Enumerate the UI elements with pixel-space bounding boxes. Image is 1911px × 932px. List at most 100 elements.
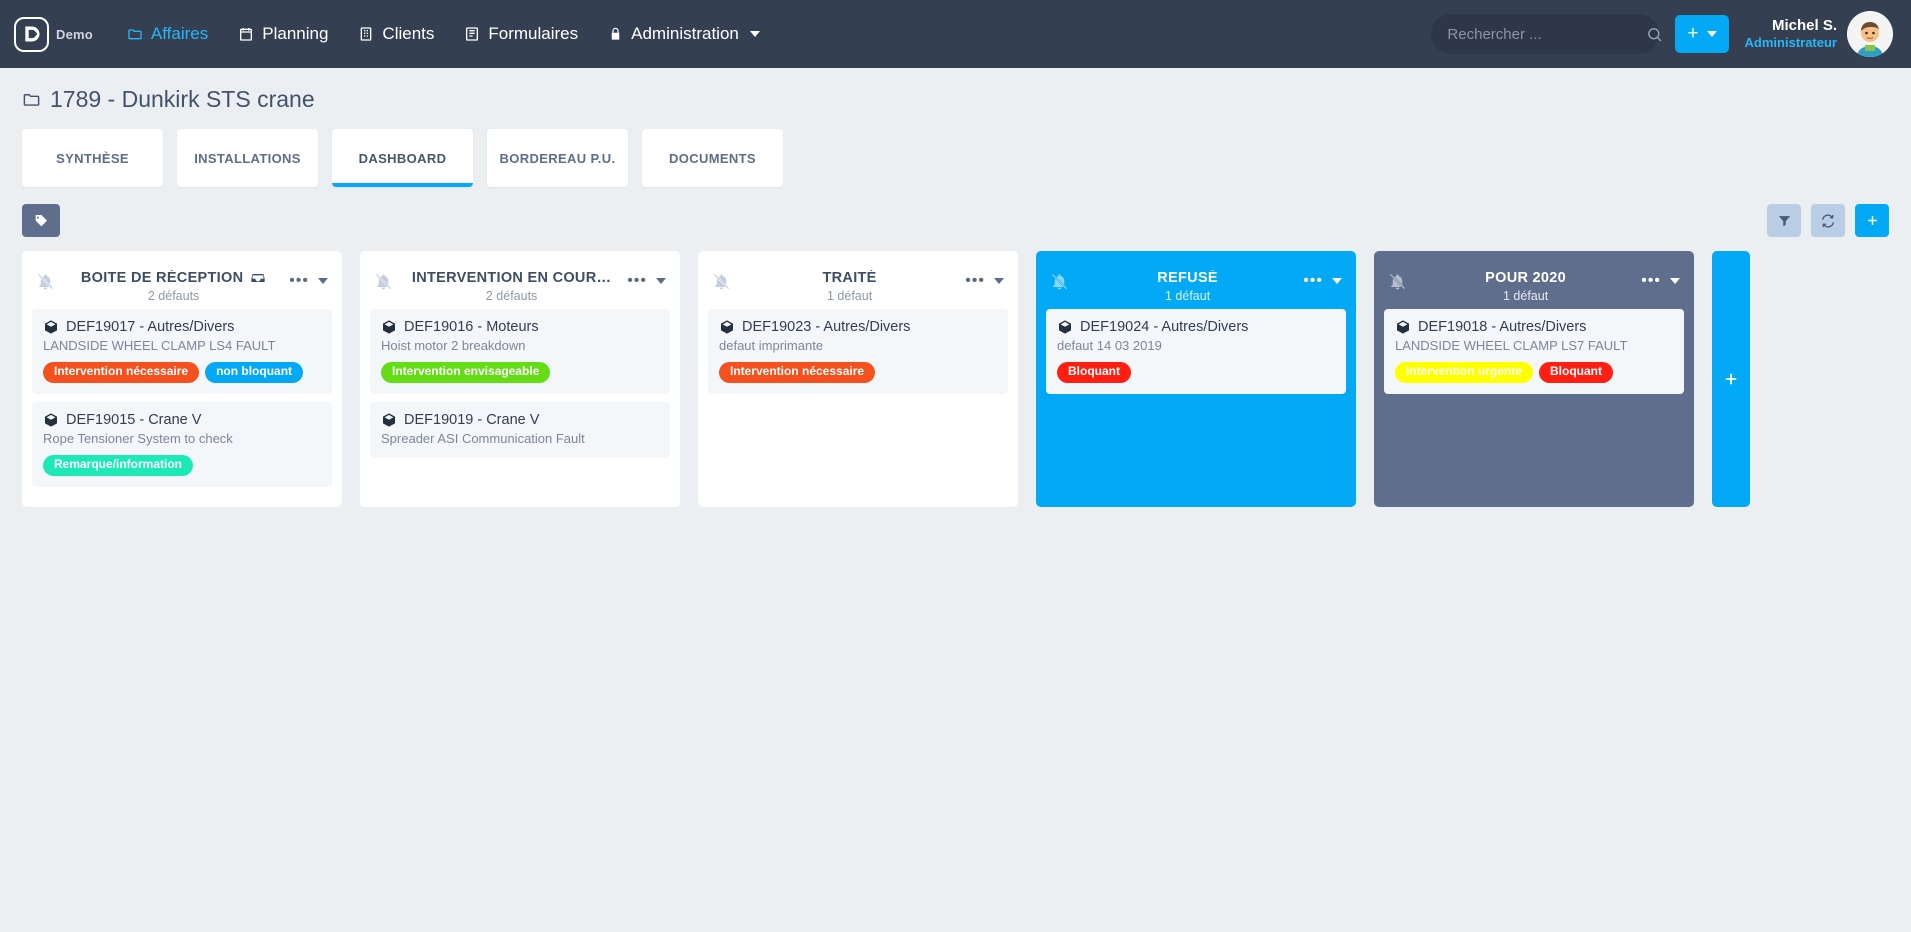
card-badges: Intervention envisageable bbox=[381, 362, 659, 384]
tab-synthese[interactable]: SYNTHÈSE bbox=[22, 129, 163, 187]
search-icon[interactable] bbox=[1646, 26, 1663, 43]
column-menu[interactable]: ••• bbox=[627, 270, 666, 289]
column-title: REFUSÉ bbox=[1072, 270, 1303, 286]
card-description: defaut imprimante bbox=[719, 338, 824, 353]
kanban-card[interactable]: DEF19019 - Crane V Spreader ASI Communic… bbox=[370, 402, 670, 459]
card-description: LANDSIDE WHEEL CLAMP LS7 FAULT bbox=[1395, 338, 1628, 353]
column-title-wrap: REFUSÉ 1 défaut bbox=[1072, 270, 1303, 303]
box-icon bbox=[719, 319, 735, 335]
tag-filter-button[interactable] bbox=[22, 204, 60, 237]
column-title-text: TRAITÉ bbox=[822, 270, 877, 286]
column-count: 2 défauts bbox=[485, 289, 538, 303]
card-title-text: DEF19017 - Autres/Divers bbox=[66, 319, 235, 335]
column-count: 1 défaut bbox=[1503, 289, 1549, 303]
card-title: DEF19017 - Autres/Divers bbox=[43, 319, 321, 335]
inbox-icon bbox=[250, 270, 266, 286]
kanban-card[interactable]: DEF19017 - Autres/Divers LANDSIDE WHEEL … bbox=[32, 309, 332, 395]
column-title-text: REFUSÉ bbox=[1157, 270, 1218, 286]
card-badges: Remarque/information bbox=[43, 455, 321, 477]
tab-bordereau-pu[interactable]: BORDEREAU P.U. bbox=[487, 129, 628, 187]
nav-link-administration[interactable]: Administration bbox=[608, 24, 760, 44]
card-description: LANDSIDE WHEEL CLAMP LS4 FAULT bbox=[43, 338, 276, 353]
column-menu[interactable]: ••• bbox=[289, 270, 328, 289]
navbar-right: + Michel S. Administrateur bbox=[1431, 0, 1893, 68]
plus-icon bbox=[1722, 370, 1740, 388]
filter-button[interactable] bbox=[1767, 204, 1801, 237]
nav-label: Administration bbox=[631, 24, 739, 43]
card-badges: Bloquant bbox=[1057, 362, 1335, 384]
chevron-down-icon[interactable] bbox=[1332, 278, 1342, 284]
ellipsis-icon[interactable]: ••• bbox=[1303, 273, 1323, 289]
status-badge: Intervention nécessaire bbox=[43, 362, 200, 384]
card-list: DEF19024 - Autres/Divers defaut 14 03 20… bbox=[1046, 309, 1346, 395]
bell-slash-icon[interactable] bbox=[36, 270, 58, 291]
column-menu[interactable]: ••• bbox=[1303, 270, 1342, 289]
kanban-toolbar bbox=[0, 187, 1911, 237]
chevron-down-icon[interactable] bbox=[656, 278, 666, 284]
ellipsis-icon[interactable]: ••• bbox=[289, 273, 309, 289]
add-column-button[interactable] bbox=[1712, 251, 1750, 507]
bell-slash-icon[interactable] bbox=[712, 270, 734, 291]
search-box[interactable] bbox=[1431, 14, 1662, 54]
chevron-down-icon[interactable] bbox=[994, 278, 1004, 284]
card-list: DEF19023 - Autres/Divers defaut impriman… bbox=[708, 309, 1008, 395]
form-icon bbox=[464, 26, 480, 42]
chevron-down-icon[interactable] bbox=[1670, 278, 1680, 284]
column-title-wrap: INTERVENTION EN COUR… 2 défauts bbox=[396, 270, 627, 303]
ellipsis-icon[interactable]: ••• bbox=[1641, 273, 1661, 289]
kanban-card[interactable]: DEF19016 - Moteurs Hoist motor 2 breakdo… bbox=[370, 309, 670, 395]
column-title: INTERVENTION EN COUR… bbox=[396, 270, 627, 286]
search-input[interactable] bbox=[1447, 25, 1647, 43]
bell-slash-icon[interactable] bbox=[374, 270, 396, 291]
bell-slash-icon[interactable] bbox=[1388, 270, 1410, 291]
avatar[interactable] bbox=[1847, 11, 1893, 57]
nav-link-affaires[interactable]: Affaires bbox=[127, 24, 208, 44]
app-logo-icon bbox=[14, 16, 49, 52]
status-badge: Bloquant bbox=[1057, 362, 1131, 384]
card-title-text: DEF19023 - Autres/Divers bbox=[742, 319, 911, 335]
card-list: DEF19016 - Moteurs Hoist motor 2 breakdo… bbox=[370, 309, 670, 459]
add-defect-button[interactable] bbox=[1855, 204, 1889, 237]
column-menu[interactable]: ••• bbox=[1641, 270, 1680, 289]
brand[interactable]: Demo bbox=[14, 16, 93, 52]
tab-dashboard[interactable]: DASHBOARD bbox=[332, 129, 473, 187]
kanban-column-refuse[interactable]: REFUSÉ 1 défaut ••• DEF19024 - Autres/Di… bbox=[1036, 251, 1356, 507]
nav-links: Affaires Planning Clients Formulaires Ad… bbox=[127, 24, 760, 44]
nav-label: Formulaires bbox=[488, 24, 579, 43]
chevron-down-icon[interactable] bbox=[318, 278, 328, 284]
card-title-text: DEF19018 - Autres/Divers bbox=[1418, 319, 1587, 335]
kanban-column-intervention-en-cours[interactable]: INTERVENTION EN COUR… 2 défauts ••• DEF1… bbox=[360, 251, 680, 507]
kanban-card[interactable]: DEF19023 - Autres/Divers defaut impriman… bbox=[708, 309, 1008, 395]
card-title: DEF19015 - Crane V bbox=[43, 412, 321, 428]
ellipsis-icon[interactable]: ••• bbox=[965, 273, 985, 289]
kanban-card[interactable]: DEF19015 - Crane V Rope Tensioner System… bbox=[32, 402, 332, 488]
column-title-wrap: BOITE DE RÉCEPTION 2 défauts bbox=[58, 270, 289, 303]
page-header: 1789 - Dunkirk STS crane bbox=[0, 68, 1911, 113]
user-name: Michel S. bbox=[1771, 16, 1837, 34]
kanban-column-pour-2020[interactable]: POUR 2020 1 défaut ••• DEF19018 - Autres… bbox=[1374, 251, 1694, 507]
bell-slash-icon[interactable] bbox=[1050, 270, 1072, 291]
card-badges: Intervention nécessaire bbox=[719, 362, 997, 384]
kanban-card[interactable]: DEF19024 - Autres/Divers defaut 14 03 20… bbox=[1046, 309, 1346, 395]
box-icon bbox=[1057, 319, 1073, 335]
nav-label: Clients bbox=[382, 24, 435, 43]
user-menu[interactable]: Michel S. Administrateur bbox=[1745, 11, 1893, 57]
refresh-button[interactable] bbox=[1811, 204, 1845, 237]
global-add-button[interactable]: + bbox=[1675, 15, 1729, 53]
nav-link-planning[interactable]: Planning bbox=[238, 24, 328, 44]
kanban-card[interactable]: DEF19018 - Autres/Divers LANDSIDE WHEEL … bbox=[1384, 309, 1684, 395]
plus-icon: + bbox=[1687, 23, 1699, 44]
card-description: Spreader ASI Communication Fault bbox=[381, 431, 585, 447]
tab-installations[interactable]: INSTALLATIONS bbox=[177, 129, 318, 187]
tab-documents[interactable]: DOCUMENTS bbox=[642, 129, 783, 187]
kanban-column-traite[interactable]: TRAITÉ 1 défaut ••• DEF19023 - Autres/Di… bbox=[698, 251, 1018, 507]
ellipsis-icon[interactable]: ••• bbox=[627, 273, 647, 289]
lock-icon bbox=[608, 26, 623, 42]
nav-link-formulaires[interactable]: Formulaires bbox=[464, 24, 578, 44]
kanban-column-boite-de-reception[interactable]: BOITE DE RÉCEPTION 2 défauts ••• DEF1901… bbox=[22, 251, 342, 507]
card-list: DEF19017 - Autres/Divers LANDSIDE WHEEL … bbox=[32, 309, 332, 488]
nav-link-clients[interactable]: Clients bbox=[358, 24, 434, 44]
column-menu[interactable]: ••• bbox=[965, 270, 1004, 289]
card-title: DEF19019 - Crane V bbox=[381, 412, 659, 428]
folder-icon bbox=[127, 26, 143, 42]
